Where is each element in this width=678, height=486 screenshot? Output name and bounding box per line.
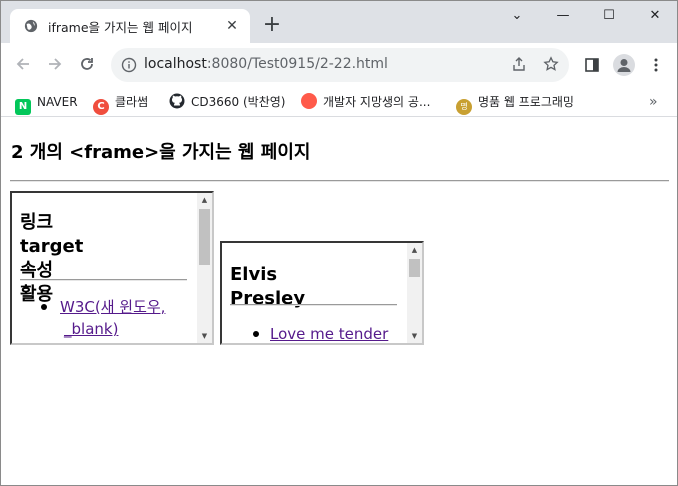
url-path: :8080/Test0915/2-22.html [206,56,388,72]
side-panel-icon[interactable] [580,53,604,77]
scroll-up-arrow-icon[interactable]: ▲ [407,243,422,257]
link-love-me-tender[interactable]: Love me tender [270,323,388,343]
browser-window: iframe을 가지는 웹 페이지 ✕ + ⌄ — ☐ ✕ localhost:… [0,0,678,486]
page-content: 2 개의 <frame>을 가지는 웹 페이지 링크 target 속성 활용 … [1,118,677,485]
person-icon [617,59,631,72]
bookmarks-bar: N NAVER C 클라썸 CD3660 (박찬영) 개발자 지망생의 공... 명… [1,87,677,117]
minimize-button[interactable]: — [549,5,577,27]
dots-vertical-glyph [654,58,658,72]
frame1-scrollbar[interactable]: ▲ ▼ [197,193,212,343]
scroll-thumb[interactable] [199,209,210,265]
address-bar[interactable]: localhost:8080/Test0915/2-22.html [111,48,569,82]
frame2-scrollbar[interactable]: ▲ ▼ [407,243,422,343]
window-close-button[interactable]: ✕ [641,5,669,27]
bookmark-classum[interactable]: C 클라썸 [93,92,149,115]
maximize-button[interactable]: ☐ [595,5,623,27]
share-glyph [513,57,525,71]
tab-active[interactable]: iframe을 가지는 웹 페이지 ✕ [10,9,250,43]
new-tab-button[interactable]: + [261,14,283,37]
bookmark-label: NAVER [37,95,78,109]
page-title: 2 개의 <frame>을 가지는 웹 페이지 [11,142,311,163]
bookmark-naver[interactable]: N NAVER [15,92,78,115]
frame1-heading: 링크 target 속성 활용 [20,211,83,307]
bookmark-blog[interactable]: 개발자 지망생의 공... [301,92,430,112]
bookmark-label: 개발자 지망생의 공... [323,95,431,109]
link-w3c[interactable]: W3C(새 윈도우, _blank) [60,296,165,340]
bookmark-label: CD3660 (박찬영) [191,95,286,109]
frame2-divider [230,304,397,306]
bookmark-star-icon[interactable] [542,56,560,74]
scroll-down-arrow-icon[interactable]: ▼ [197,329,212,343]
close-icon[interactable]: ✕ [224,18,240,34]
share-icon[interactable] [510,56,528,74]
tab-search-icon[interactable]: ⌄ [503,5,531,27]
info-icon[interactable] [121,57,137,73]
reload-button[interactable] [75,53,99,77]
list-bullet [41,304,47,310]
iframe-link-target[interactable]: 링크 target 속성 활용 W3C(새 윈도우, _blank) ▲ ▼ [10,191,214,345]
scroll-thumb[interactable] [409,259,420,277]
iframe-elvis[interactable]: Elvis Presley Love me tender ▲ ▼ [220,241,424,345]
arrow-left-icon [16,58,29,70]
url-host: localhost [144,56,207,72]
back-button[interactable] [11,53,35,77]
profile-avatar[interactable] [613,54,635,76]
tab-title: iframe을 가지는 웹 페이지 [48,20,193,35]
link-w3c-line2: _blank) [64,320,119,338]
side-panel-glyph [585,58,599,72]
tab-strip: iframe을 가지는 웹 페이지 ✕ + ⌄ — ☐ ✕ [1,1,677,43]
globe-icon [24,19,38,33]
classum-icon: C [93,99,109,115]
bookmark-webprog[interactable]: 명 명품 웹 프로그래밍 [456,92,574,115]
bookmarks-more-button[interactable]: » [649,92,658,112]
naver-icon: N [15,99,31,115]
bookmark-github[interactable]: CD3660 (박찬영) [169,92,285,112]
bookmark-label: 명품 웹 프로그래밍 [478,95,574,109]
book-icon: 명 [456,99,472,115]
star-glyph [543,56,559,71]
list-bullet [253,331,259,337]
scroll-up-arrow-icon[interactable]: ▲ [197,193,212,207]
scroll-down-arrow-icon[interactable]: ▼ [407,329,422,343]
reload-icon [81,58,93,70]
forward-button[interactable] [43,53,67,77]
arrow-right-icon [49,58,62,70]
url-text: localhost:8080/Test0915/2-22.html [144,56,388,72]
blog-icon [301,93,317,109]
github-icon [169,93,185,109]
page-divider [10,180,669,182]
frame1-heading-line1: 링크 target 속성 [20,212,84,281]
menu-kebab-icon[interactable] [644,53,668,77]
link-w3c-line1: W3C(새 윈도우, [60,298,166,316]
bookmark-label: 클라썸 [115,95,149,109]
toolbar: localhost:8080/Test0915/2-22.html [1,43,677,87]
frame1-divider [20,279,187,281]
